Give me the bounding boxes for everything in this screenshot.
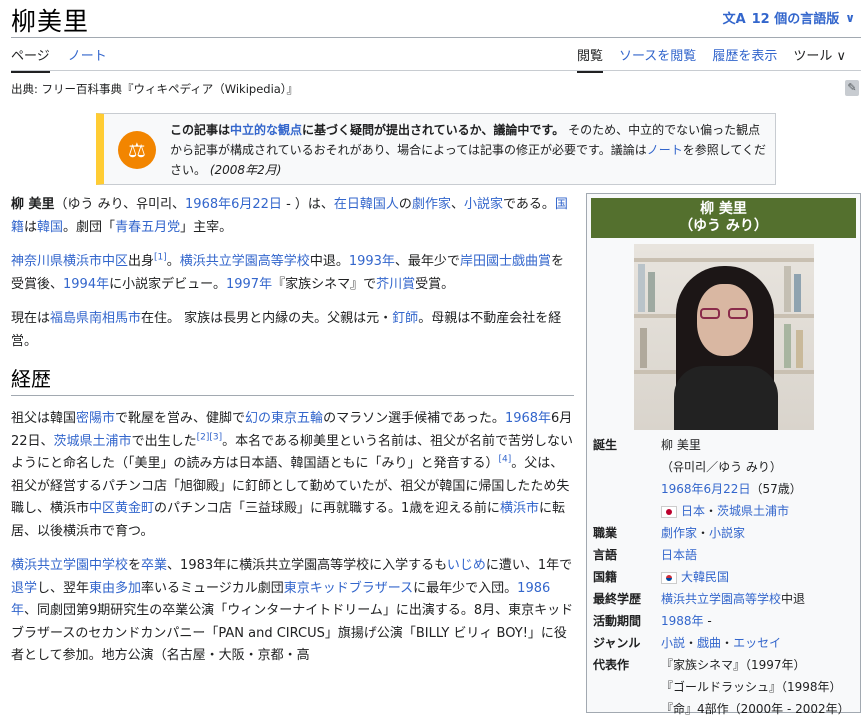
tab-history[interactable]: 履歴を表示: [712, 45, 777, 73]
infobox-row-birth: 誕生 柳 美里 （유미리／ゆう みり） 1968年6月22日（57歳） 日本・茨…: [593, 438, 802, 518]
infobox: 柳 美里 （ゆう みり） 誕生 柳 美里 （유미리／ゆう みり） 1968年6月…: [586, 193, 861, 716]
infobox-row-nationality: 国籍 大韓民国: [593, 570, 730, 584]
intro-paragraph: 柳 美里（ゆう みり、유미리、1968年6月22日 - ）は、在日韓国人の劇作家…: [11, 197, 568, 235]
section-heading-career: 経歴: [11, 365, 574, 396]
residence-paragraph: 現在は福島県南相馬市在住。 家族は長男と内縁の夫。父親は元・釘師。母親は不動産会…: [11, 311, 562, 349]
translate-icon: 文A: [722, 12, 746, 27]
japan-flag-icon: [661, 505, 677, 518]
tab-view-source[interactable]: ソースを閲覧: [619, 45, 696, 73]
link-talk[interactable]: ノート: [647, 143, 683, 157]
tools-chevron-icon: ∨: [836, 49, 846, 64]
neutrality-notice: ⚖ この記事は中立的な観点に基づく疑問が提出されているか、議論中です。 そのため…: [96, 113, 776, 185]
edit-pencil-icon[interactable]: ✎: [845, 80, 859, 96]
language-selector[interactable]: 文A 12 個の言語版 ∨: [722, 8, 855, 28]
notice-text: この記事は中立的な観点に基づく疑問が提出されているか、議論中です。 そのため、中…: [170, 123, 767, 177]
language-count-label: 12 個の言語版: [751, 12, 840, 27]
tab-talk[interactable]: ノート: [68, 45, 107, 73]
page-title: 柳美里: [11, 7, 90, 36]
notice-date: (2008年2月): [209, 163, 282, 177]
tabs-divider: [11, 70, 861, 71]
scales-icon: ⚖: [118, 131, 156, 169]
infobox-row-occupation: 職業 劇作家・小説家: [593, 526, 746, 540]
tab-page[interactable]: ページ: [11, 45, 50, 73]
chevron-down-icon: ∨: [845, 10, 855, 25]
infobox-header: 柳 美里 （ゆう みり）: [591, 198, 856, 238]
tools-menu[interactable]: ツール ∨: [793, 45, 846, 73]
infobox-row-genre: ジャンル 小説・戯曲・エッセイ: [593, 636, 782, 650]
infobox-row-language: 言語 日本語: [593, 548, 698, 562]
view-tabs: 閲覧 ソースを閲覧 履歴を表示 ツール ∨: [576, 45, 846, 73]
link-npov[interactable]: 中立的な観点: [230, 123, 302, 137]
namespace-tabs: ページ ノート: [11, 45, 107, 73]
tab-read[interactable]: 閲覧: [576, 45, 603, 73]
site-subtitle: 出典: フリー百科事典『ウィキペディア（Wikipedia）』: [11, 82, 299, 96]
portrait-photo[interactable]: [633, 244, 814, 430]
infobox-row-active-period: 活動期間 1988年 -: [593, 614, 712, 628]
career-paragraph-2: 横浜共立学園中学校を卒業、1983年に横浜共立学園高等学校に入学するもいじめに遭…: [11, 558, 574, 663]
infobox-row-works: 代表作 『家族シネマ』（1997年） 『ゴールドラッシュ』（1998年） 『命』…: [593, 658, 850, 716]
infobox-row-education: 最終学歴 横浜共立学園高等学校中退: [593, 592, 806, 606]
tools-label: ツール: [793, 49, 833, 64]
origin-paragraph: 神奈川県横浜市中区出身[1]。横浜共立学園高等学校中退。1993年、最年少で岸田…: [11, 252, 564, 292]
title-divider: [11, 37, 861, 38]
korea-flag-icon: [661, 571, 677, 584]
article-body: 柳 美里（ゆう みり、유미리、1968年6月22日 - ）は、在日韓国人の劇作家…: [11, 194, 574, 680]
career-paragraph-1: 祖父は韓国密陽市で靴屋を営み、健脚で幻の東京五輪のマラソン選手候補であった。19…: [11, 411, 573, 539]
